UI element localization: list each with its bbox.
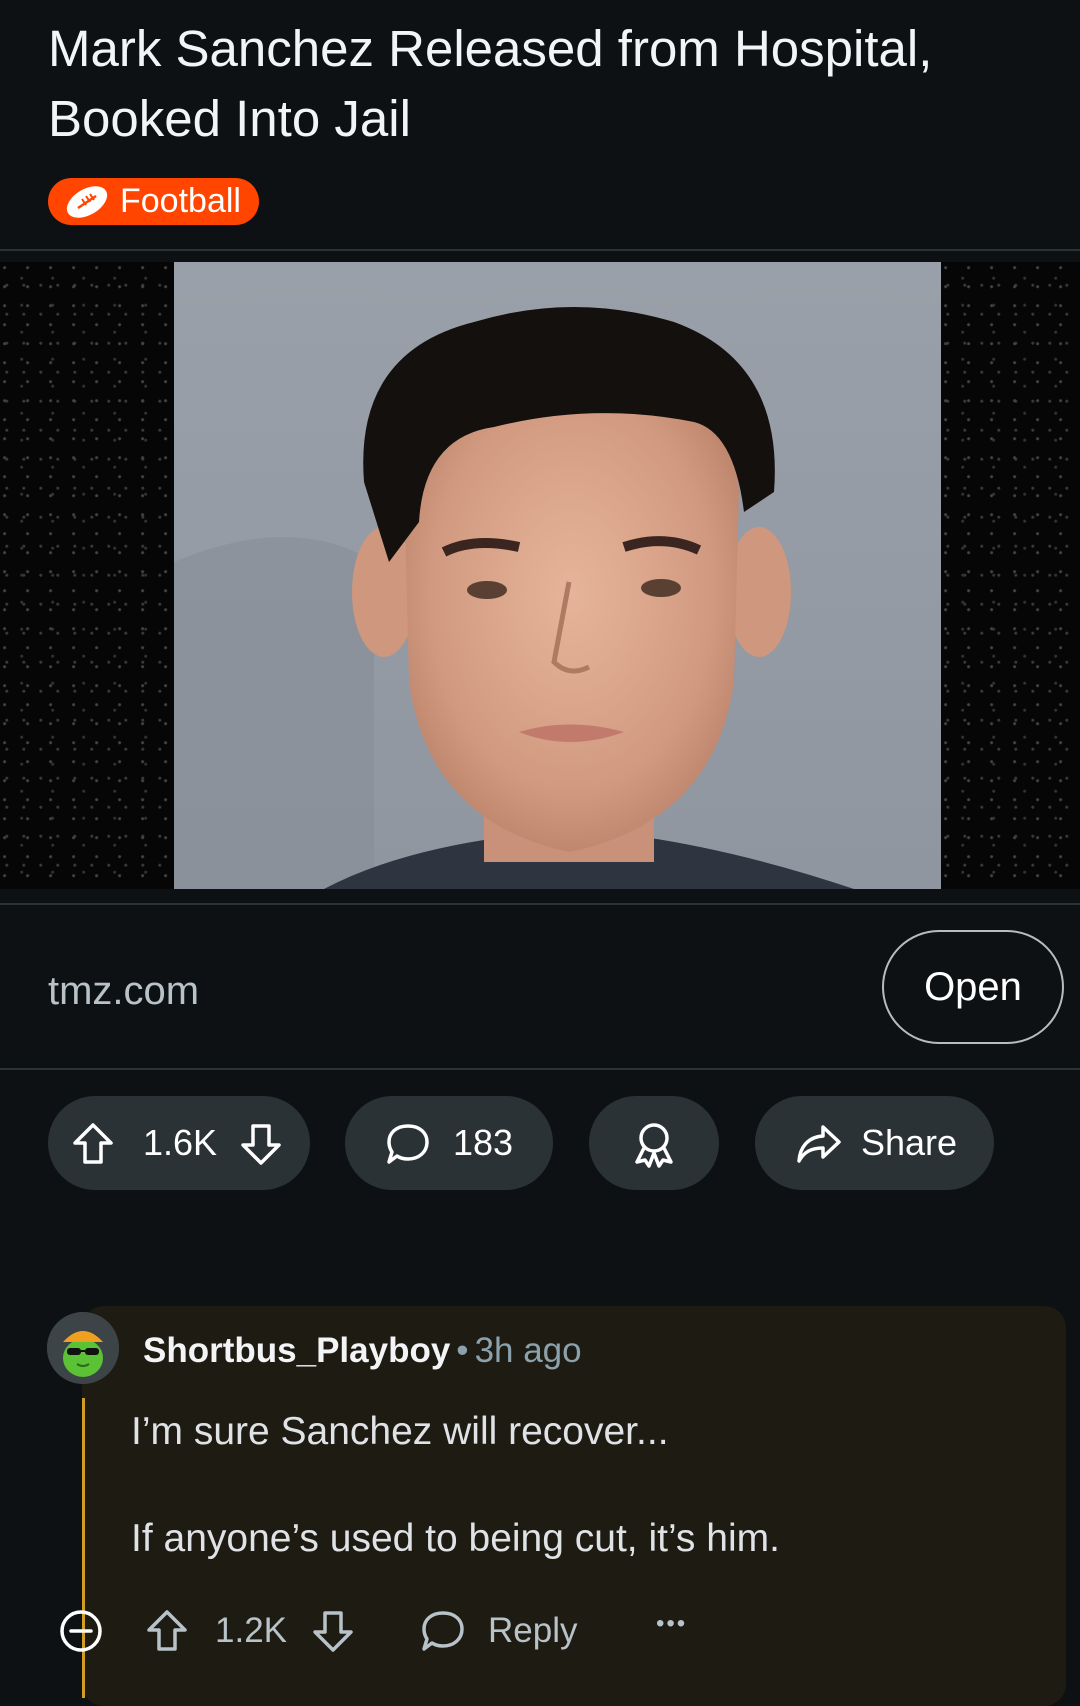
arrow-up-icon[interactable]	[70, 1121, 116, 1167]
post-vote-count: 1.6K	[143, 1122, 218, 1163]
comment-username[interactable]: Shortbus_Playboy	[143, 1331, 450, 1370]
comment-vote-count: 1.2K	[215, 1611, 287, 1650]
comment-paragraph: I’m sure Sanchez will recover...	[131, 1410, 669, 1453]
share-button[interactable]: Share	[755, 1096, 994, 1190]
image-letterbox-right	[941, 262, 1080, 889]
divider	[0, 1068, 1080, 1070]
reply-button[interactable]: Reply	[420, 1606, 580, 1656]
open-link-button[interactable]: Open	[882, 930, 1064, 1044]
reply-label: Reply	[488, 1611, 578, 1650]
award-icon	[635, 1123, 673, 1168]
snoo-avatar-icon	[47, 1312, 119, 1384]
share-label: Share	[861, 1122, 958, 1163]
post-vote-pill: 1.6K	[48, 1096, 310, 1190]
comments-button[interactable]: 183	[345, 1096, 553, 1190]
divider	[0, 249, 1080, 251]
comment-count: 183	[453, 1122, 514, 1163]
share-arrow-icon	[797, 1125, 841, 1163]
arrow-down-icon[interactable]	[310, 1607, 356, 1655]
award-button[interactable]	[589, 1096, 719, 1190]
comment-actions: 1.2K Reply •••	[58, 1596, 1058, 1666]
comment-paragraph: If anyone’s used to being cut, it’s him.	[131, 1517, 780, 1560]
link-preview-row[interactable]: tmz.com Open	[0, 906, 1080, 1066]
more-options-icon[interactable]: •••	[656, 1610, 687, 1638]
mugshot-photo	[174, 262, 941, 889]
football-icon	[66, 185, 108, 218]
comment-bubble-icon	[387, 1124, 429, 1164]
divider	[0, 903, 1080, 905]
reply-bubble-icon	[422, 1611, 464, 1651]
post-flair[interactable]: Football	[48, 178, 259, 225]
link-domain[interactable]: tmz.com	[48, 969, 199, 1014]
meta-separator: •	[456, 1331, 469, 1370]
comment-meta: Shortbus_Playboy • 3h ago	[143, 1331, 582, 1371]
post-title: Mark Sanchez Released from Hospital, Boo…	[48, 20, 933, 147]
image-letterbox-left	[0, 262, 174, 889]
collapse-minus-icon[interactable]	[58, 1608, 104, 1654]
flair-label: Football	[120, 182, 241, 220]
comment-body: I’m sure Sanchez will recover... If anyo…	[131, 1405, 1031, 1566]
arrow-down-icon[interactable]	[238, 1121, 284, 1167]
post-image[interactable]	[0, 262, 1080, 889]
arrow-up-icon[interactable]	[144, 1607, 190, 1655]
avatar[interactable]	[47, 1312, 119, 1384]
comment-timestamp: 3h ago	[474, 1331, 582, 1370]
